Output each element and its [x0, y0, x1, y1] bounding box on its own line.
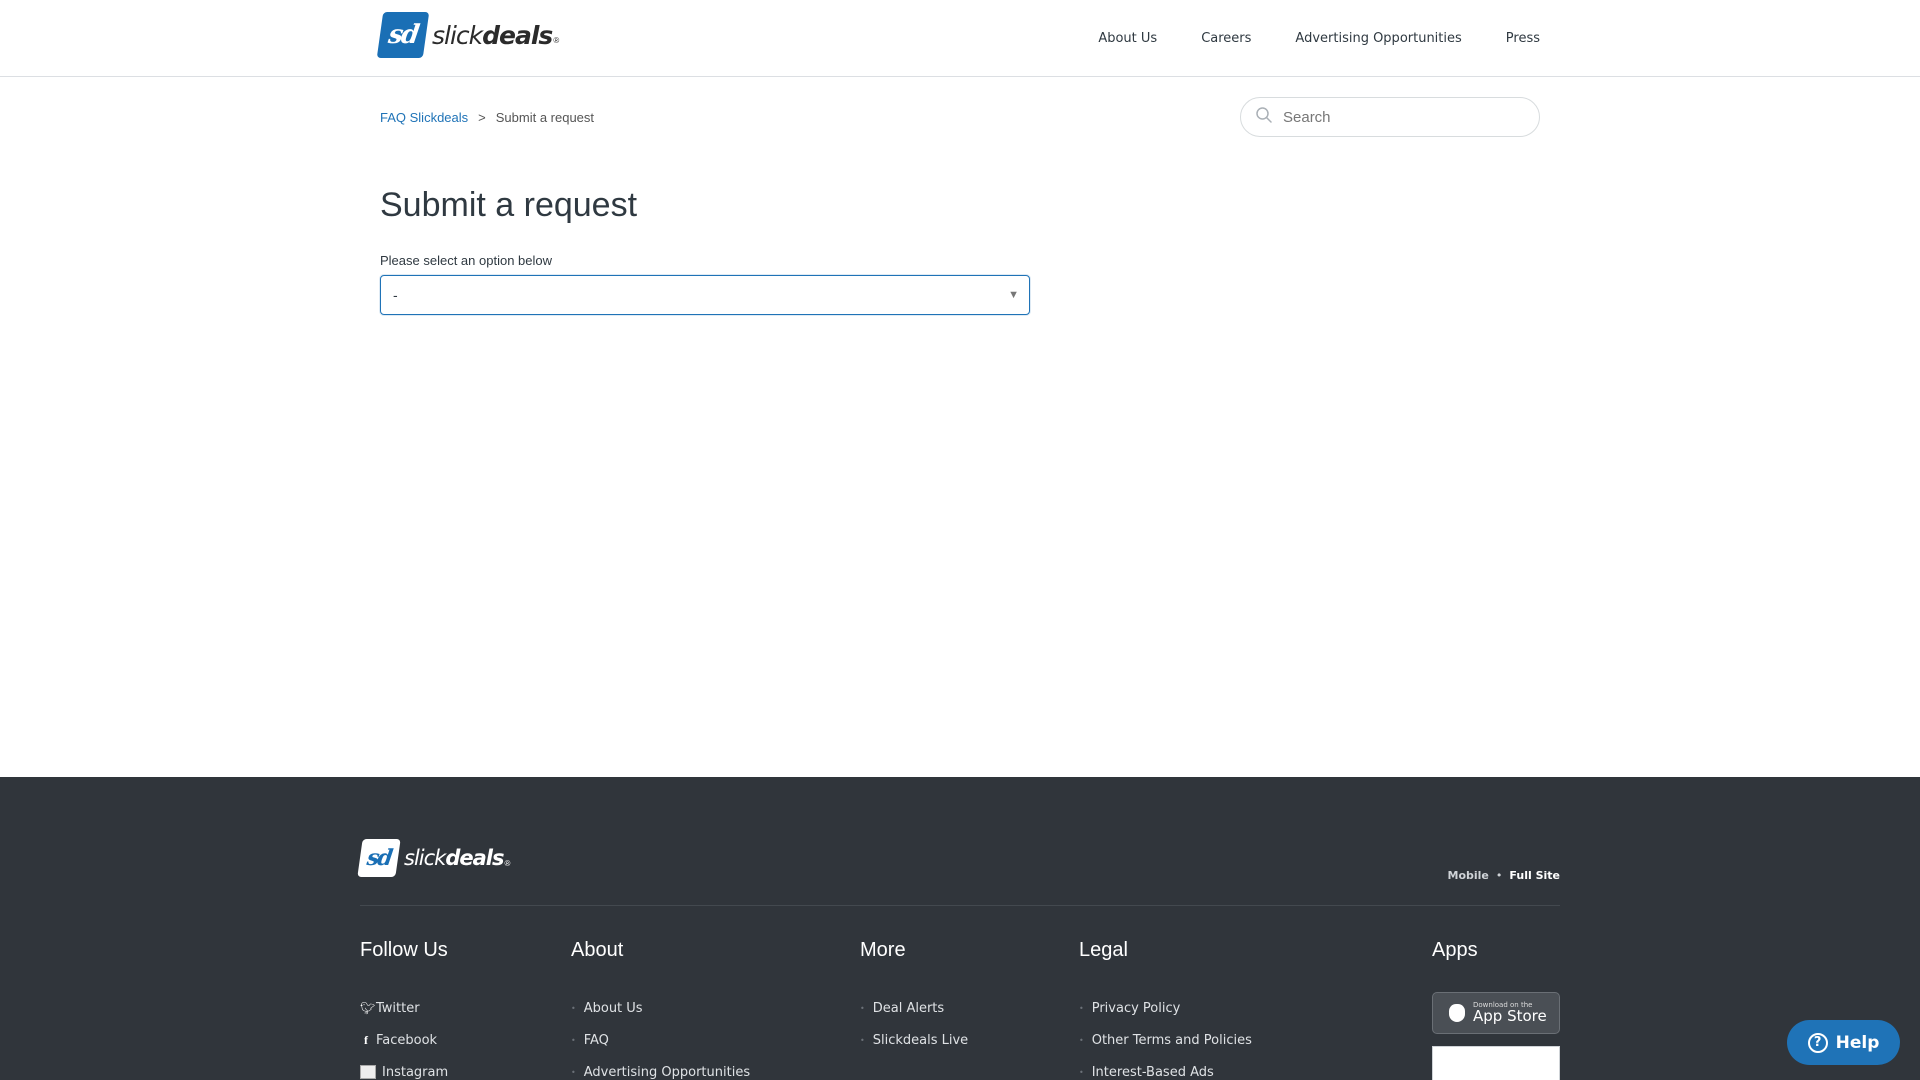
- footer-link-label: About Us: [583, 1000, 643, 1016]
- footer-link-slickdeals-live[interactable]: • Slickdeals Live: [860, 1024, 968, 1056]
- footer-link-label: Instagram: [382, 1064, 449, 1080]
- footer-col-title: More: [860, 939, 906, 961]
- footer-logo-registered: ®: [504, 858, 511, 868]
- logo-text-bold: deals: [482, 20, 553, 50]
- footer-link-deal-alerts[interactable]: • Deal Alerts: [860, 992, 968, 1024]
- footer-col-apps: Apps Download on the App Store: [1432, 939, 1560, 1080]
- bullet-icon: •: [1079, 1067, 1084, 1077]
- bullet-icon: •: [1079, 1035, 1084, 1045]
- nav-press[interactable]: Press: [1506, 31, 1540, 46]
- footer-link-advertising[interactable]: • Advertising Opportunities: [571, 1056, 750, 1080]
- app-store-text: Download on the App Store: [1473, 1002, 1547, 1024]
- slickdeals-logo[interactable]: sd slickdeals ®: [376, 12, 560, 58]
- footer-col-more: More • Deal Alerts • Slickdeals Live: [860, 939, 968, 1056]
- logo-text-light: slick: [432, 20, 483, 50]
- twitter-icon: 🐦︎: [360, 1001, 376, 1015]
- footer-link-faq[interactable]: • FAQ: [571, 1024, 750, 1056]
- select-value: -: [393, 287, 398, 303]
- request-type-select[interactable]: - ▼: [380, 275, 1030, 315]
- search-icon: [1255, 106, 1273, 129]
- footer-link-label: Interest-Based Ads: [1091, 1064, 1214, 1080]
- help-button[interactable]: ? Help: [1787, 1020, 1900, 1065]
- footer-link-privacy[interactable]: • Privacy Policy: [1079, 992, 1252, 1024]
- nav-advertising[interactable]: Advertising Opportunities: [1295, 31, 1461, 46]
- footer-link-label: Advertising Opportunities: [583, 1064, 751, 1080]
- bullet-icon: •: [1079, 1003, 1084, 1013]
- help-icon: ?: [1807, 1032, 1828, 1053]
- footer-link-interest-ads[interactable]: • Interest-Based Ads: [1079, 1056, 1252, 1080]
- request-type-label: Please select an option below: [380, 253, 553, 268]
- full-site-link[interactable]: Full Site: [1509, 869, 1560, 882]
- footer-link-label: Other Terms and Policies: [1091, 1032, 1252, 1048]
- top-nav: About Us Careers Advertising Opportuniti…: [1054, 0, 1540, 77]
- switch-separator: •: [1495, 869, 1503, 882]
- footer-link-label: FAQ: [583, 1032, 609, 1048]
- footer-link-label: Deal Alerts: [872, 1000, 945, 1016]
- search-box[interactable]: [1240, 97, 1540, 137]
- apple-icon: [1449, 1004, 1465, 1022]
- breadcrumb: FAQ Slickdeals > Submit a request: [380, 110, 594, 125]
- google-play-badge[interactable]: [1432, 1046, 1560, 1080]
- app-store-badge[interactable]: Download on the App Store: [1432, 992, 1560, 1034]
- footer-link-about-us[interactable]: • About Us: [571, 992, 750, 1024]
- footer-col-title: About: [571, 939, 624, 961]
- logo-mark: sd: [376, 12, 430, 58]
- footer-col-title: Apps: [1432, 939, 1478, 961]
- footer-link-facebook[interactable]: f Facebook: [360, 1024, 448, 1056]
- site-version-switch: Mobile • Full Site: [1448, 869, 1560, 882]
- nav-about-us[interactable]: About Us: [1098, 31, 1157, 46]
- footer-link-label: Twitter: [376, 1000, 420, 1016]
- footer-col-about: About • About Us • FAQ • Advertising Opport…: [571, 939, 750, 1080]
- footer-col-title: Legal: [1079, 939, 1128, 961]
- bullet-icon: •: [571, 1067, 576, 1077]
- breadcrumb-home[interactable]: FAQ Slickdeals: [380, 110, 468, 125]
- page-title: Submit a request: [380, 186, 638, 224]
- footer-link-label: Privacy Policy: [1091, 1000, 1181, 1016]
- footer-col-legal: Legal • Privacy Policy • Other Terms and P…: [1079, 939, 1252, 1080]
- footer-logo[interactable]: sd slickdeals ®: [357, 839, 511, 877]
- footer-divider: [360, 905, 1560, 906]
- chevron-down-icon: ▼: [1008, 289, 1019, 301]
- help-label: Help: [1835, 1032, 1880, 1053]
- footer-logo-text-bold: deals: [445, 846, 504, 870]
- bullet-icon: •: [860, 1035, 865, 1045]
- logo-wordmark: slickdeals: [432, 20, 553, 50]
- app-store-big-text: App Store: [1473, 1007, 1547, 1025]
- footer-logo-mark: sd: [357, 839, 401, 877]
- bullet-icon: •: [571, 1003, 576, 1013]
- site-footer: sd slickdeals ® Mobile • Full Site Follo…: [0, 777, 1920, 1080]
- footer-logo-wordmark: slickdeals: [404, 846, 504, 870]
- bullet-icon: •: [860, 1003, 865, 1013]
- footer-col-title: Follow Us: [360, 939, 448, 961]
- instagram-icon: [360, 1065, 376, 1079]
- breadcrumb-separator: >: [478, 110, 486, 125]
- footer-col-follow: Follow Us 🐦︎ Twitter f Facebook Instagram: [360, 939, 448, 1080]
- footer-link-terms[interactable]: • Other Terms and Policies: [1079, 1024, 1252, 1056]
- footer-link-twitter[interactable]: 🐦︎ Twitter: [360, 992, 448, 1024]
- breadcrumb-current: Submit a request: [495, 110, 595, 125]
- nav-careers[interactable]: Careers: [1201, 31, 1251, 46]
- facebook-icon: f: [364, 1032, 368, 1047]
- logo-registered: ®: [553, 35, 560, 45]
- footer-link-instagram[interactable]: Instagram: [360, 1056, 448, 1080]
- footer-link-label: Facebook: [376, 1032, 438, 1048]
- mobile-link[interactable]: Mobile: [1448, 869, 1489, 882]
- site-header: sd slickdeals ® About Us Careers Adverti…: [0, 0, 1920, 77]
- footer-logo-text-light: slick: [404, 846, 446, 870]
- footer-link-label: Slickdeals Live: [872, 1032, 969, 1048]
- bullet-icon: •: [571, 1035, 576, 1045]
- search-input[interactable]: [1283, 108, 1523, 126]
